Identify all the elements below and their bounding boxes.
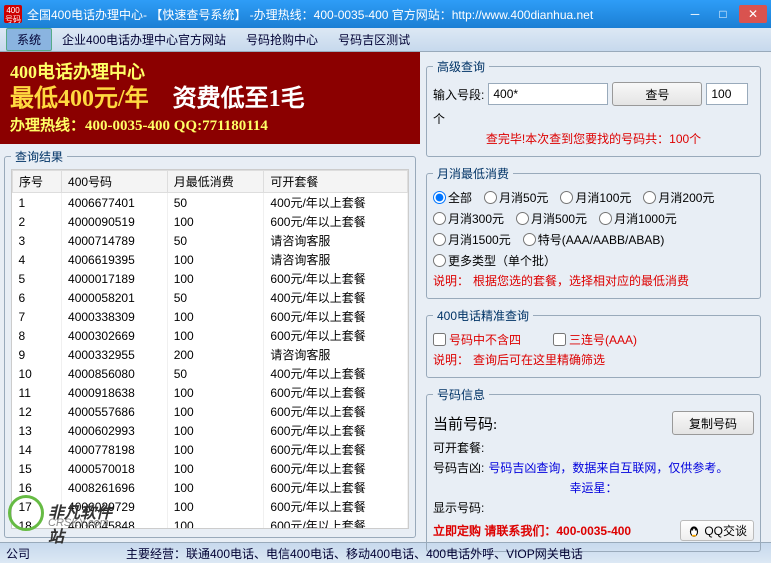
consume-radio-9[interactable]: 更多类型（单个批） <box>433 252 556 269</box>
banner-line1: 400电话办理中心 <box>10 58 410 84</box>
table-row[interactable]: 134000602993100600元/年以上套餐 <box>13 421 408 440</box>
maximize-button[interactable]: □ <box>709 5 737 23</box>
table-row[interactable]: 24000090519100600元/年以上套餐 <box>13 212 408 231</box>
consume-radio-0[interactable]: 全部 <box>433 189 472 206</box>
banner-line3: 办理热线：400-0035-400 QQ:771180114 <box>10 114 410 135</box>
table-row[interactable]: 44006619395100请咨询客服 <box>13 250 408 269</box>
input-label: 输入号段: <box>433 86 484 103</box>
count-input[interactable] <box>706 83 748 105</box>
menu-website[interactable]: 企业400电话办理中心官方网站 <box>52 29 236 50</box>
consume-radio-4[interactable]: 月消300元 <box>433 210 504 227</box>
consume-radios: 全部月消50元月消100元月消200元月消300元月消500元月消1000元月消… <box>433 189 754 269</box>
table-row[interactable]: 174006029729100600元/年以上套餐 <box>13 497 408 516</box>
menu-test[interactable]: 号码吉区测试 <box>328 29 420 50</box>
precise-search-group: 400电话精准查询 号码中不含四 三连号(AAA) 说明：查询后可在这里精确筛选 <box>426 307 761 378</box>
menubar: 系统 企业400电话办理中心官方网站 号码抢购中心 号码吉区测试 <box>0 28 771 52</box>
table-row[interactable]: 74000338309100600元/年以上套餐 <box>13 307 408 326</box>
table-row[interactable]: 10400085608050400元/年以上套餐 <box>13 364 408 383</box>
col-index[interactable]: 序号 <box>13 171 62 193</box>
table-row[interactable]: 144000778198100600元/年以上套餐 <box>13 440 408 459</box>
min-consume-group: 月消最低消费 全部月消50元月消100元月消200元月消300元月消500元月消… <box>426 165 761 299</box>
table-row[interactable]: 54000017189100600元/年以上套餐 <box>13 269 408 288</box>
qq-icon <box>687 524 701 538</box>
results-table[interactable]: 序号 400号码 月最低消费 可开套餐 1400667740150400元/年以… <box>11 169 409 529</box>
window-title: 全国400电话办理中心- 【快速查号系统】 -办理热线：400-0035-400… <box>27 6 681 23</box>
app-icon: 400号码 <box>4 5 22 23</box>
results-group: 查询结果 序号 400号码 月最低消费 可开套餐 140066774015040… <box>4 148 416 538</box>
consume-radio-7[interactable]: 月消1500元 <box>433 231 511 248</box>
consume-radio-8[interactable]: 特号(AAA/AABB/ABAB) <box>523 231 665 248</box>
order-text: 立即定购 请联系我们：400-0035-400 <box>433 522 631 539</box>
segment-input[interactable] <box>488 83 608 105</box>
consume-radio-2[interactable]: 月消100元 <box>560 189 631 206</box>
result-summary: 查完毕!本次查到您要找的号码共：100个 <box>486 130 701 147</box>
consume-radio-1[interactable]: 月消50元 <box>484 189 548 206</box>
chk-no-four[interactable]: 号码中不含四 <box>433 331 521 348</box>
copy-number-button[interactable]: 复制号码 <box>672 411 754 435</box>
number-info-group: 号码信息 当前号码: 复制号码 可开套餐: 号码吉凶:号码吉凶查询，数据来自互联… <box>426 386 761 552</box>
table-row[interactable]: 94000332955200请咨询客服 <box>13 345 408 364</box>
consume-radio-3[interactable]: 月消200元 <box>643 189 714 206</box>
minimize-button[interactable]: ─ <box>681 5 709 23</box>
menu-buy[interactable]: 号码抢购中心 <box>236 29 328 50</box>
close-button[interactable]: ✕ <box>739 5 767 23</box>
table-row[interactable]: 124000557686100600元/年以上套餐 <box>13 402 408 421</box>
chk-triple[interactable]: 三连号(AAA) <box>553 331 637 348</box>
consume-radio-5[interactable]: 月消500元 <box>516 210 587 227</box>
table-row[interactable]: 154000570018100600元/年以上套餐 <box>13 459 408 478</box>
qq-chat-button[interactable]: QQ交谈 <box>680 520 754 541</box>
table-row[interactable]: 184006045848100600元/年以上套餐 <box>13 516 408 529</box>
banner: 400电话办理中心 最低400元/年 资费低至1毛 办理热线：400-0035-… <box>0 52 420 144</box>
advanced-search-group: 高级查询 输入号段: 查号 个 查完毕!本次查到您要找的号码共：100个 <box>426 58 761 157</box>
table-row[interactable]: 164008261696100600元/年以上套餐 <box>13 478 408 497</box>
table-row[interactable]: 6400005820150400元/年以上套餐 <box>13 288 408 307</box>
table-row[interactable]: 3400071478950请咨询客服 <box>13 231 408 250</box>
search-button[interactable]: 查号 <box>612 82 702 106</box>
table-row[interactable]: 84000302669100600元/年以上套餐 <box>13 326 408 345</box>
consume-radio-6[interactable]: 月消1000元 <box>599 210 677 227</box>
table-row[interactable]: 114000918638100600元/年以上套餐 <box>13 383 408 402</box>
col-minspend[interactable]: 月最低消费 <box>167 171 264 193</box>
col-package[interactable]: 可开套餐 <box>264 171 408 193</box>
table-row[interactable]: 1400667740150400元/年以上套餐 <box>13 193 408 213</box>
col-number[interactable]: 400号码 <box>62 171 168 193</box>
menu-system[interactable]: 系统 <box>6 28 52 51</box>
